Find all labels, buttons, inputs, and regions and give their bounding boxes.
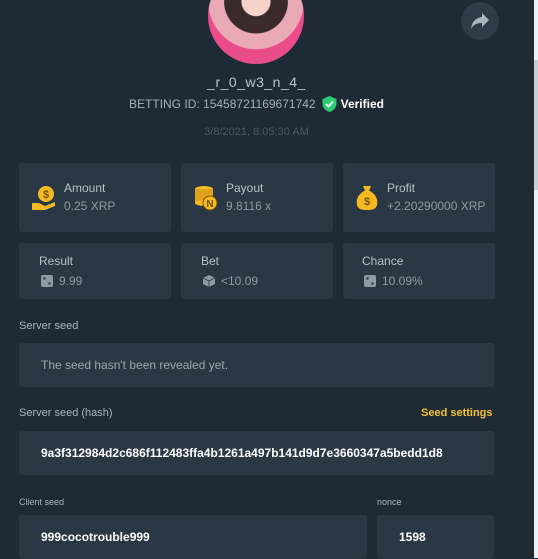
verified-badge: Verified [322,96,384,112]
share-button[interactable] [461,2,499,40]
verified-check-icon [322,96,337,112]
bet-label: Bet [201,254,220,268]
betting-row: BETTING ID: 15458721169671742 Verified [0,96,513,112]
dice-icon [41,275,53,287]
chance-label: Chance [362,254,404,268]
chance-card: Chance 10.09% [343,243,495,299]
seed-settings-link[interactable]: Seed settings [421,407,493,419]
svg-text:$: $ [43,189,49,201]
result-value: 9.99 [59,274,83,288]
client-seed-label: Client seed [19,497,65,507]
bet-date: 3/8/2021, 8:05:30 AM [204,126,309,138]
server-seed-field: The seed hasn't been revealed yet. [19,343,494,387]
profit-label: Profit [387,181,416,195]
money-bag-icon: $ [356,186,378,210]
betting-id: BETTING ID: 15458721169671742 [129,97,316,111]
dice-icon [202,275,216,287]
amount-value: 0.25 XRP [64,199,116,213]
avatar [208,0,304,64]
bet-card: Bet <10.09 [181,243,333,299]
client-seed-field[interactable]: 999cocotrouble999 [19,515,367,559]
amount-label: Amount [64,181,106,195]
nonce-field[interactable]: 1598 [377,515,494,559]
coin-hand-icon: $ [32,186,55,210]
nonce-label: nonce [377,497,402,507]
profit-card: $ Profit +2.20290000 XRP [343,163,495,232]
dice-icon [364,275,376,287]
result-card: Result 9.99 [19,243,171,299]
verified-label: Verified [340,97,384,111]
server-seed-hash-label: Server seed (hash) [19,407,113,419]
server-seed-label: Server seed [19,320,79,332]
scrollbar-thumb[interactable] [534,60,538,190]
username: _r_0_w3_n_4_ [207,74,306,90]
share-icon [471,13,489,29]
payout-card: N Payout 9.8116 x [181,163,333,232]
payout-label: Payout [226,181,264,195]
coin-stack-icon: N [195,186,218,211]
profit-value: +2.20290000 XRP [387,199,486,213]
chance-value: 10.09% [382,274,423,288]
amount-card: $ Amount 0.25 XRP [19,163,171,232]
payout-value: 9.8116 x [226,199,272,213]
bet-value: <10.09 [221,274,259,288]
svg-text:$: $ [364,196,370,208]
svg-text:N: N [206,199,213,210]
server-seed-hash-field[interactable]: 9a3f312984d2c686f112483ffa4b1261a497b141… [19,431,494,475]
result-label: Result [39,254,74,268]
